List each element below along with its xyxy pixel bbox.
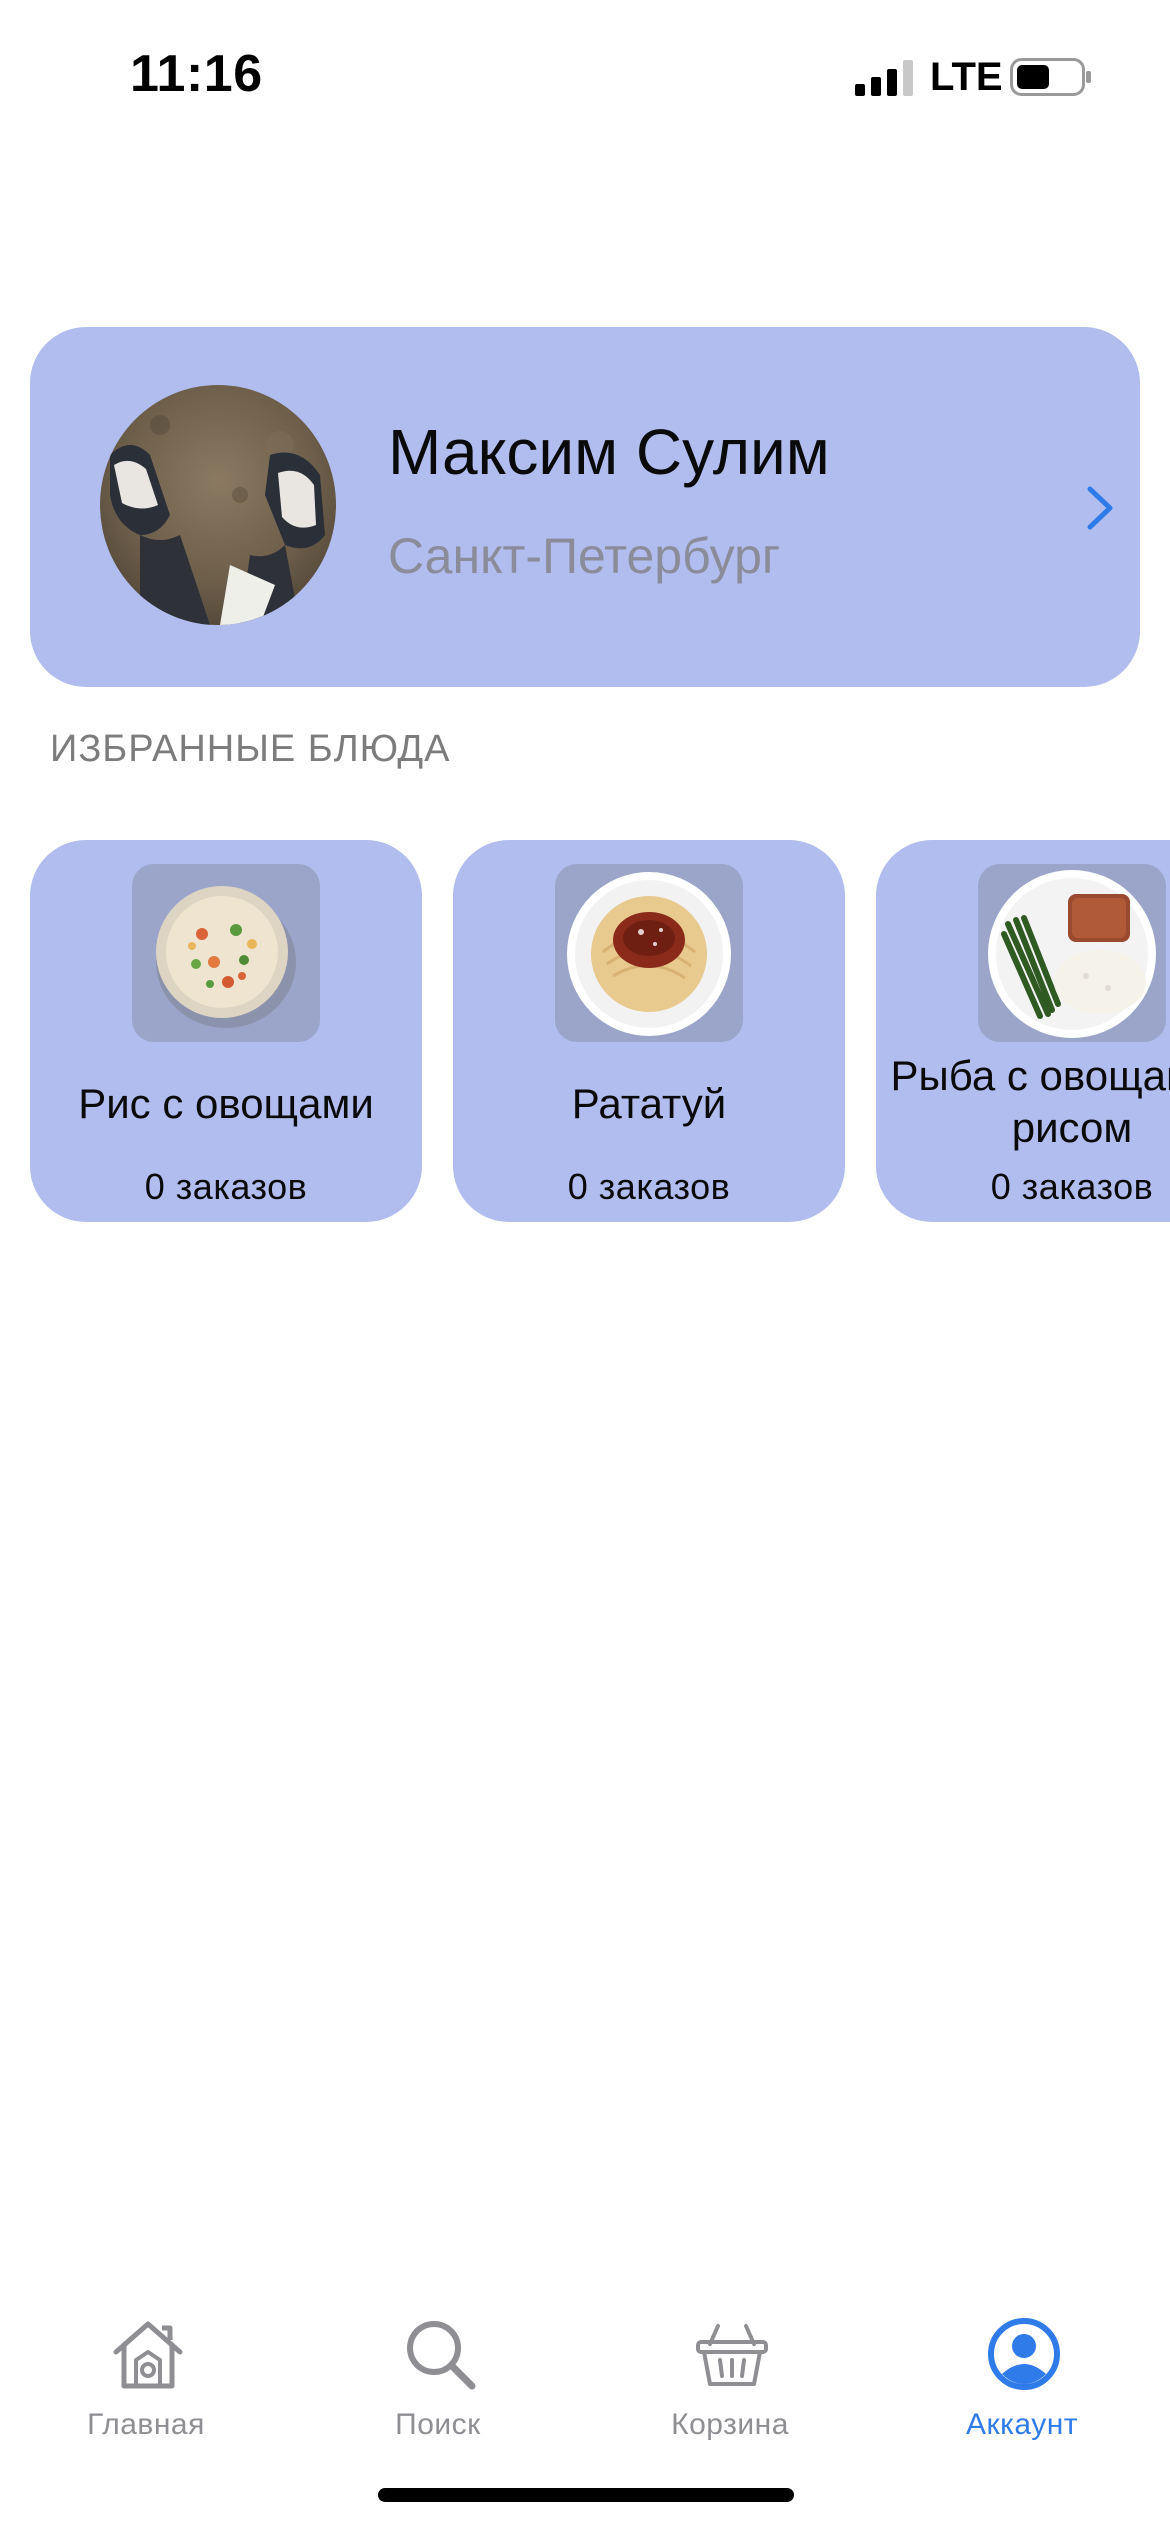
dish-card[interactable]: Рататуй 0 заказов	[453, 840, 845, 1222]
chevron-right-icon[interactable]	[1080, 485, 1120, 531]
favorites-title: ИЗБРАННЫЕ БЛЮДА	[50, 728, 451, 770]
spaghetti-image	[555, 864, 743, 1042]
profile-card[interactable]: Максим Сулим Санкт-Петербург	[30, 327, 1140, 687]
dish-card[interactable]: Рыба с овощами и рисом 0 заказов	[876, 840, 1170, 1222]
tab-home[interactable]: Главная	[0, 2298, 292, 2448]
tab-label: Поиск	[395, 2408, 481, 2441]
tab-label: Главная	[87, 2408, 205, 2441]
tab-search[interactable]: Поиск	[292, 2298, 584, 2448]
dish-name: Рыба с овощами и рисом	[890, 1052, 1170, 1151]
dish-orders: 0 заказов	[990, 1166, 1154, 1207]
profile-city: Санкт-Петербург	[388, 528, 781, 584]
dish-name: Рис с овощами	[78, 1080, 374, 1127]
dish-orders: 0 заказов	[567, 1166, 731, 1207]
avatar	[100, 385, 336, 625]
basket-icon	[696, 2324, 768, 2386]
tab-label: Корзина	[671, 2408, 789, 2441]
dish-card[interactable]: Рис с овощами 0 заказов	[30, 840, 422, 1222]
network-type: LTE	[930, 55, 1003, 99]
cellular-signal-icon	[855, 60, 913, 96]
account-icon	[988, 2318, 1060, 2390]
dish-orders: 0 заказов	[144, 1166, 308, 1207]
favorites-list[interactable]: Рис с овощами 0 заказов Рататуй 0 заказо…	[0, 840, 1170, 1224]
magnifier-icon	[407, 2321, 476, 2390]
battery-icon	[1010, 58, 1091, 96]
status-bar: 11:16 LTE	[0, 0, 1170, 150]
home-indicator[interactable]	[378, 2488, 794, 2502]
status-time: 11:16	[130, 45, 263, 103]
tab-label: Аккаунт	[965, 2408, 1079, 2441]
house-icon	[113, 2321, 183, 2389]
fish-with-vegetables-image	[978, 864, 1166, 1042]
profile-name: Максим Сулим	[388, 416, 830, 488]
dish-name: Рататуй	[571, 1080, 727, 1127]
rice-with-vegetables-image	[132, 864, 320, 1042]
tab-cart[interactable]: Корзина	[584, 2298, 876, 2448]
tab-account[interactable]: Аккаунт	[876, 2298, 1168, 2448]
